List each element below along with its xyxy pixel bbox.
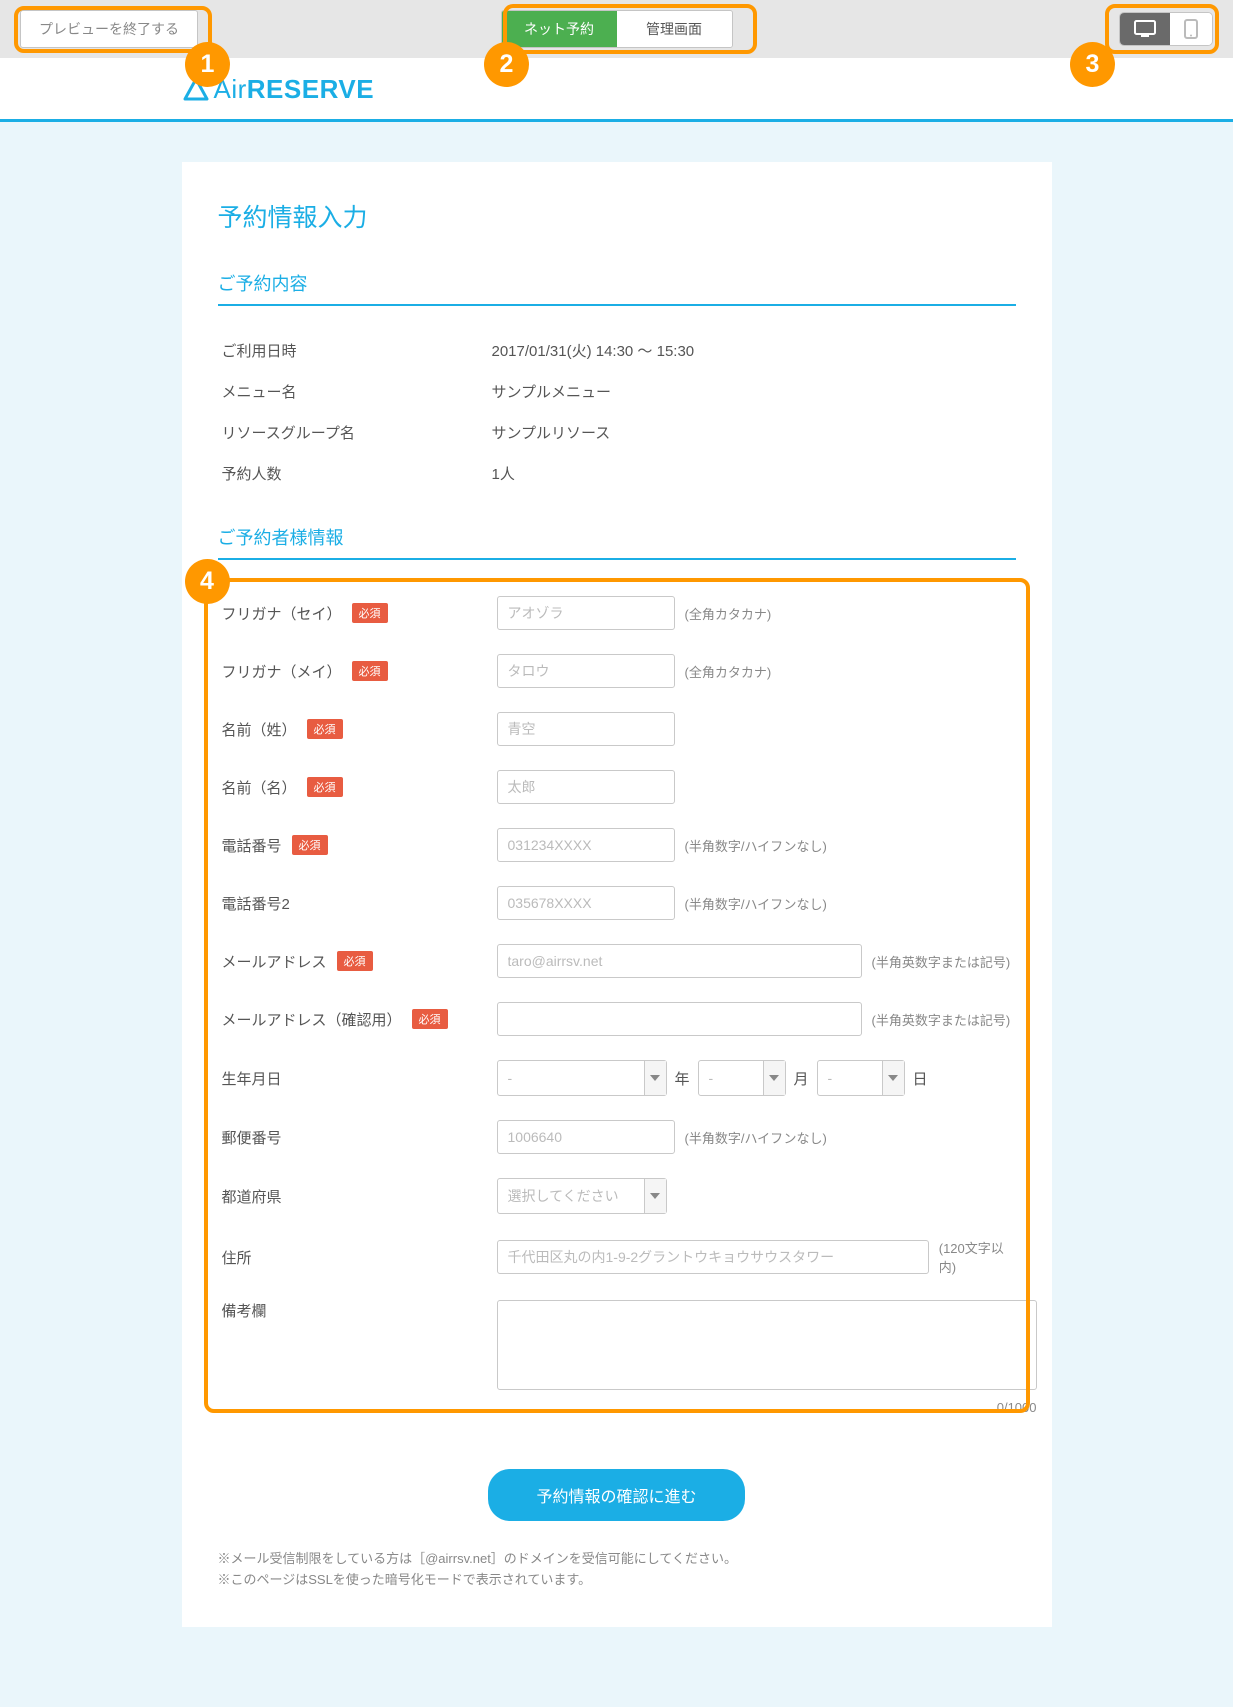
customer-form: 4 フリガナ（セイ）必須 (全角カタカナ) フリガナ（メイ）必須 (全角カタカナ… xyxy=(218,584,1016,1427)
dob-year-suffix: 年 xyxy=(675,1068,690,1089)
chevron-down-icon xyxy=(650,1075,660,1081)
chevron-down-icon xyxy=(769,1075,779,1081)
required-badge: 必須 xyxy=(307,719,343,739)
email-hint: (半角英数字または記号) xyxy=(872,952,1011,971)
customer-info-title: ご予約者様情報 xyxy=(218,524,1016,560)
dob-month-suffix: 月 xyxy=(794,1068,809,1089)
dob-year-select[interactable]: - xyxy=(497,1060,667,1096)
address-hint: (120文字以内) xyxy=(939,1238,1013,1276)
chevron-down-icon xyxy=(888,1075,898,1081)
brand-logo: AirRESERVE xyxy=(182,74,1052,105)
desktop-icon xyxy=(1134,20,1156,38)
remarks-textarea[interactable] xyxy=(497,1300,1037,1390)
dob-day-suffix: 日 xyxy=(913,1068,928,1089)
dob-label: 生年月日 xyxy=(222,1068,282,1089)
name-sei-label: 名前（姓） xyxy=(222,719,297,740)
summary-datetime-value: 2017/01/31(火) 14:30 〜 15:30 xyxy=(492,340,695,361)
email-confirm-hint: (半角英数字または記号) xyxy=(872,1010,1011,1029)
furigana-mei-label: フリガナ（メイ） xyxy=(222,661,342,682)
remarks-char-count: 0/1000 xyxy=(497,1400,1037,1415)
summary-count-value: 1人 xyxy=(492,463,515,484)
email-confirm-label: メールアドレス（確認用） xyxy=(222,1009,402,1030)
tab-net-reservation[interactable]: ネット予約 xyxy=(502,11,617,47)
end-preview-button[interactable]: プレビューを終了する xyxy=(20,10,198,48)
furigana-mei-input[interactable] xyxy=(497,654,675,688)
summary-datetime-label: ご利用日時 xyxy=(222,340,492,361)
required-badge: 必須 xyxy=(337,951,373,971)
email-label: メールアドレス xyxy=(222,951,327,972)
furigana-sei-input[interactable] xyxy=(497,596,675,630)
summary-resource-value: サンプルリソース xyxy=(492,422,611,443)
furigana-sei-label: フリガナ（セイ） xyxy=(222,603,342,624)
footer-notes: ※メール受信制限をしている方は［@airrsv.net］のドメインを受信可能にし… xyxy=(218,1549,1016,1591)
postal-label: 郵便番号 xyxy=(222,1127,282,1148)
summary-count-label: 予約人数 xyxy=(222,463,492,484)
mode-tabs: ネット予約 管理画面 xyxy=(501,10,733,48)
tel1-input[interactable] xyxy=(497,828,675,862)
badge-1: 1 xyxy=(185,42,230,87)
tel2-label: 電話番号2 xyxy=(222,893,290,914)
remarks-label: 備考欄 xyxy=(222,1300,267,1321)
pref-label: 都道府県 xyxy=(222,1186,282,1207)
tel1-hint: (半角数字/ハイフンなし) xyxy=(685,836,827,855)
tab-admin[interactable]: 管理画面 xyxy=(617,11,732,47)
tel2-hint: (半角数字/ハイフンなし) xyxy=(685,894,827,913)
tel2-input[interactable] xyxy=(497,886,675,920)
address-input[interactable] xyxy=(497,1240,929,1274)
furigana-mei-hint: (全角カタカナ) xyxy=(685,662,772,681)
dob-day-select[interactable]: - xyxy=(817,1060,905,1096)
preview-topbar: プレビューを終了する ネット予約 管理画面 xyxy=(0,0,1233,58)
badge-2: 2 xyxy=(484,42,529,87)
pref-select[interactable]: 選択してください xyxy=(497,1178,667,1214)
required-badge: 必須 xyxy=(307,777,343,797)
address-label: 住所 xyxy=(222,1247,252,1268)
name-mei-label: 名前（名） xyxy=(222,777,297,798)
badge-4: 4 xyxy=(185,559,230,604)
required-badge: 必須 xyxy=(412,1009,448,1029)
name-mei-input[interactable] xyxy=(497,770,675,804)
reservation-summary: ご利用日時2017/01/31(火) 14:30 〜 15:30 メニュー名サン… xyxy=(218,330,1016,494)
confirm-button[interactable]: 予約情報の確認に進む xyxy=(488,1469,744,1521)
name-sei-input[interactable] xyxy=(497,712,675,746)
mobile-icon xyxy=(1184,19,1198,39)
note-line-1: ※メール受信制限をしている方は［@airrsv.net］のドメインを受信可能にし… xyxy=(218,1549,1016,1570)
required-badge: 必須 xyxy=(352,661,388,681)
logo-text-reserve: RESERVE xyxy=(247,74,374,104)
dob-month-select[interactable]: - xyxy=(698,1060,786,1096)
required-badge: 必須 xyxy=(352,603,388,623)
email-confirm-input[interactable] xyxy=(497,1002,862,1036)
reservation-summary-title: ご予約内容 xyxy=(218,270,1016,306)
viewport-toggle xyxy=(1119,12,1213,46)
postal-hint: (半角数字/ハイフンなし) xyxy=(685,1128,827,1147)
desktop-view-button[interactable] xyxy=(1120,13,1170,45)
tel1-label: 電話番号 xyxy=(222,835,282,856)
form-card: 予約情報入力 ご予約内容 ご利用日時2017/01/31(火) 14:30 〜 … xyxy=(182,162,1052,1627)
note-line-2: ※このページはSSLを使った暗号化モードで表示されています。 xyxy=(218,1570,1016,1591)
page-title: 予約情報入力 xyxy=(218,198,1016,234)
mobile-view-button[interactable] xyxy=(1170,13,1212,45)
postal-input[interactable] xyxy=(497,1120,675,1154)
summary-menu-value: サンプルメニュー xyxy=(492,381,612,402)
badge-3: 3 xyxy=(1070,42,1115,87)
required-badge: 必須 xyxy=(292,835,328,855)
email-input[interactable] xyxy=(497,944,862,978)
furigana-sei-hint: (全角カタカナ) xyxy=(685,604,772,623)
summary-resource-label: リソースグループ名 xyxy=(222,422,492,443)
summary-menu-label: メニュー名 xyxy=(222,381,492,402)
chevron-down-icon xyxy=(650,1193,660,1199)
